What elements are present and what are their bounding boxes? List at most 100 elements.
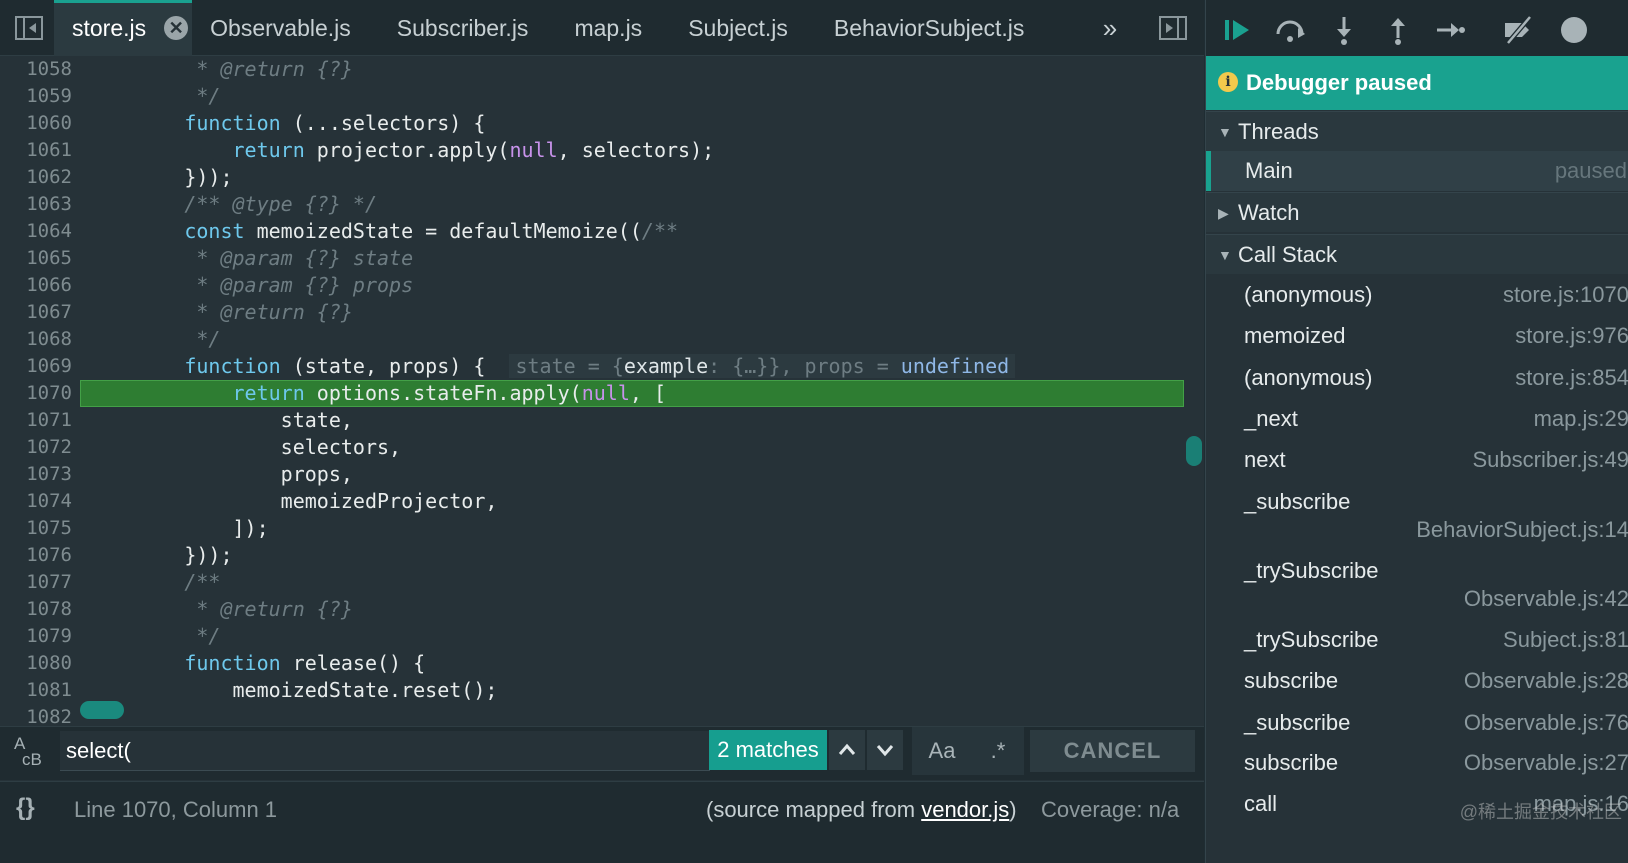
frame-name: (anonymous): [1244, 365, 1373, 390]
code-line[interactable]: 1066 * @param {?} props: [0, 272, 1204, 299]
tab-store-js[interactable]: store.js ✕: [54, 0, 193, 56]
close-tab-icon[interactable]: ✕: [164, 16, 189, 40]
line-number[interactable]: 1073: [0, 461, 72, 488]
step-out-button[interactable]: [1382, 14, 1414, 46]
next-match-button[interactable]: [867, 730, 903, 770]
pretty-print-icon[interactable]: {}: [16, 794, 35, 822]
tab-subscriber-js[interactable]: Subscriber.js: [379, 0, 557, 56]
line-number[interactable]: 1082: [0, 704, 72, 726]
pause-on-exceptions-button[interactable]: [1558, 14, 1590, 46]
line-number[interactable]: 1060: [0, 110, 72, 137]
line-number[interactable]: 1075: [0, 515, 72, 542]
line-number[interactable]: 1063: [0, 191, 72, 218]
tab-overflow-icon[interactable]: »: [1096, 14, 1124, 42]
code-line[interactable]: 1082: [0, 704, 1204, 726]
chevron-up-icon: [838, 743, 856, 755]
regex-toggle[interactable]: .*: [972, 727, 1024, 775]
code-line[interactable]: 1068 */: [0, 326, 1204, 353]
code-line[interactable]: 1064 const memoizedState = defaultMemoiz…: [0, 218, 1204, 245]
code-line[interactable]: 1072 selectors,: [0, 434, 1204, 461]
toggle-debugger-sidebar-icon[interactable]: [1158, 14, 1188, 42]
line-number[interactable]: 1079: [0, 623, 72, 650]
code-line[interactable]: 1059 */: [0, 83, 1204, 110]
previous-match-button[interactable]: [829, 730, 865, 770]
frame-location: store.js:976: [1515, 323, 1628, 348]
status-bar: {} Line 1070, Column 1 (source mapped fr…: [0, 781, 1204, 835]
line-number[interactable]: 1059: [0, 83, 72, 110]
code-line[interactable]: 1077 /**: [0, 569, 1204, 596]
code-line[interactable]: 1075 ]);: [0, 515, 1204, 542]
thread-state: paused: [1554, 158, 1627, 183]
code-line[interactable]: 1069 function (state, props) { state = {…: [0, 353, 1204, 380]
line-number[interactable]: 1078: [0, 596, 72, 623]
code-line[interactable]: 1073 props,: [0, 461, 1204, 488]
code-line[interactable]: 1074 memoizedProjector,: [0, 488, 1204, 515]
line-number[interactable]: 1070: [0, 380, 72, 407]
code-text: ]);: [88, 516, 269, 540]
code-line[interactable]: 1063 /** @type {?} */: [0, 191, 1204, 218]
step-in-button[interactable]: [1328, 14, 1360, 46]
line-number[interactable]: 1064: [0, 218, 72, 245]
frame-location: store.js:1070: [1503, 282, 1628, 307]
line-number[interactable]: 1069: [0, 353, 72, 380]
code-line[interactable]: 1058 * @return {?}: [0, 56, 1204, 83]
line-number[interactable]: 1058: [0, 56, 72, 83]
code-line[interactable]: 1081 memoizedState.reset();: [0, 677, 1204, 704]
tab-subject-js[interactable]: Subject.js: [670, 0, 816, 56]
toggle-sources-sidebar-icon[interactable]: [14, 14, 44, 42]
match-case-toggle[interactable]: Aa: [912, 727, 972, 775]
frame-name: next: [1244, 447, 1286, 472]
line-number[interactable]: 1076: [0, 542, 72, 569]
line-number[interactable]: 1071: [0, 407, 72, 434]
step-over-button[interactable]: [1274, 14, 1306, 46]
code-line[interactable]: 1060 function (...selectors) {: [0, 110, 1204, 137]
line-number[interactable]: 1072: [0, 434, 72, 461]
tab-map-js[interactable]: map.js: [556, 0, 670, 56]
code-line[interactable]: 1070 return options.stateFn.apply(null, …: [0, 380, 1204, 407]
code-line[interactable]: 1079 */: [0, 623, 1204, 650]
line-number[interactable]: 1081: [0, 677, 72, 704]
line-number[interactable]: 1080: [0, 650, 72, 677]
inline-preview[interactable]: state = {example: {…}}, props = undefine…: [485, 354, 1016, 378]
code-line[interactable]: 1061 return projector.apply(null, select…: [0, 137, 1204, 164]
thread-item-main[interactable]: Main paused: [1206, 151, 1628, 191]
line-number[interactable]: 1067: [0, 299, 72, 326]
triangle-down-icon: ▼: [1218, 247, 1232, 263]
code-line[interactable]: 1071 state,: [0, 407, 1204, 434]
step-button[interactable]: [1434, 14, 1466, 46]
code-line[interactable]: 1065 * @param {?} state: [0, 245, 1204, 272]
resume-icon: [1225, 20, 1249, 40]
match-count-badge: 2 matches: [709, 730, 827, 770]
line-number[interactable]: 1062: [0, 164, 72, 191]
code-line[interactable]: 1067 * @return {?}: [0, 299, 1204, 326]
line-number[interactable]: 1068: [0, 326, 72, 353]
line-number[interactable]: 1074: [0, 488, 72, 515]
search-input[interactable]: [60, 731, 710, 771]
line-number[interactable]: 1066: [0, 272, 72, 299]
code-text: /**: [184, 570, 221, 594]
watch-section-header[interactable]: ▶ Watch: [1206, 192, 1628, 232]
cancel-search-button[interactable]: CANCEL: [1030, 730, 1195, 772]
code-line[interactable]: 1078 * @return {?}: [0, 596, 1204, 623]
line-number[interactable]: 1065: [0, 245, 72, 272]
resume-button[interactable]: [1222, 14, 1254, 46]
line-number[interactable]: 1077: [0, 569, 72, 596]
code-text: * @param {?} props: [196, 273, 414, 297]
frame-name: subscribe: [1244, 750, 1339, 775]
source-map-link[interactable]: vendor.js: [921, 797, 1009, 822]
threads-section-header[interactable]: ▼ Threads: [1206, 111, 1628, 151]
frame-location: Observable.js:76: [1463, 710, 1628, 735]
deactivate-breakpoints-button[interactable]: [1502, 14, 1534, 46]
code-text: selectors,: [88, 435, 402, 459]
code-text: */: [196, 327, 221, 351]
callstack-section-header[interactable]: ▼ Call Stack: [1206, 234, 1628, 274]
chevron-down-icon: [876, 745, 894, 757]
code-line[interactable]: 1076 }));: [0, 542, 1204, 569]
tab-observable-js[interactable]: Observable.js: [192, 0, 379, 56]
code-line[interactable]: 1062 }));: [0, 164, 1204, 191]
tab-behaviorsubject-js[interactable]: BehaviorSubject.js: [816, 0, 1053, 56]
line-number[interactable]: 1061: [0, 137, 72, 164]
code-line[interactable]: 1080 function release() {: [0, 650, 1204, 677]
code-text: /** @type {?} */: [184, 192, 377, 216]
code-editor[interactable]: 1058 * @return {?} 1059 */1060 function (…: [0, 56, 1204, 726]
